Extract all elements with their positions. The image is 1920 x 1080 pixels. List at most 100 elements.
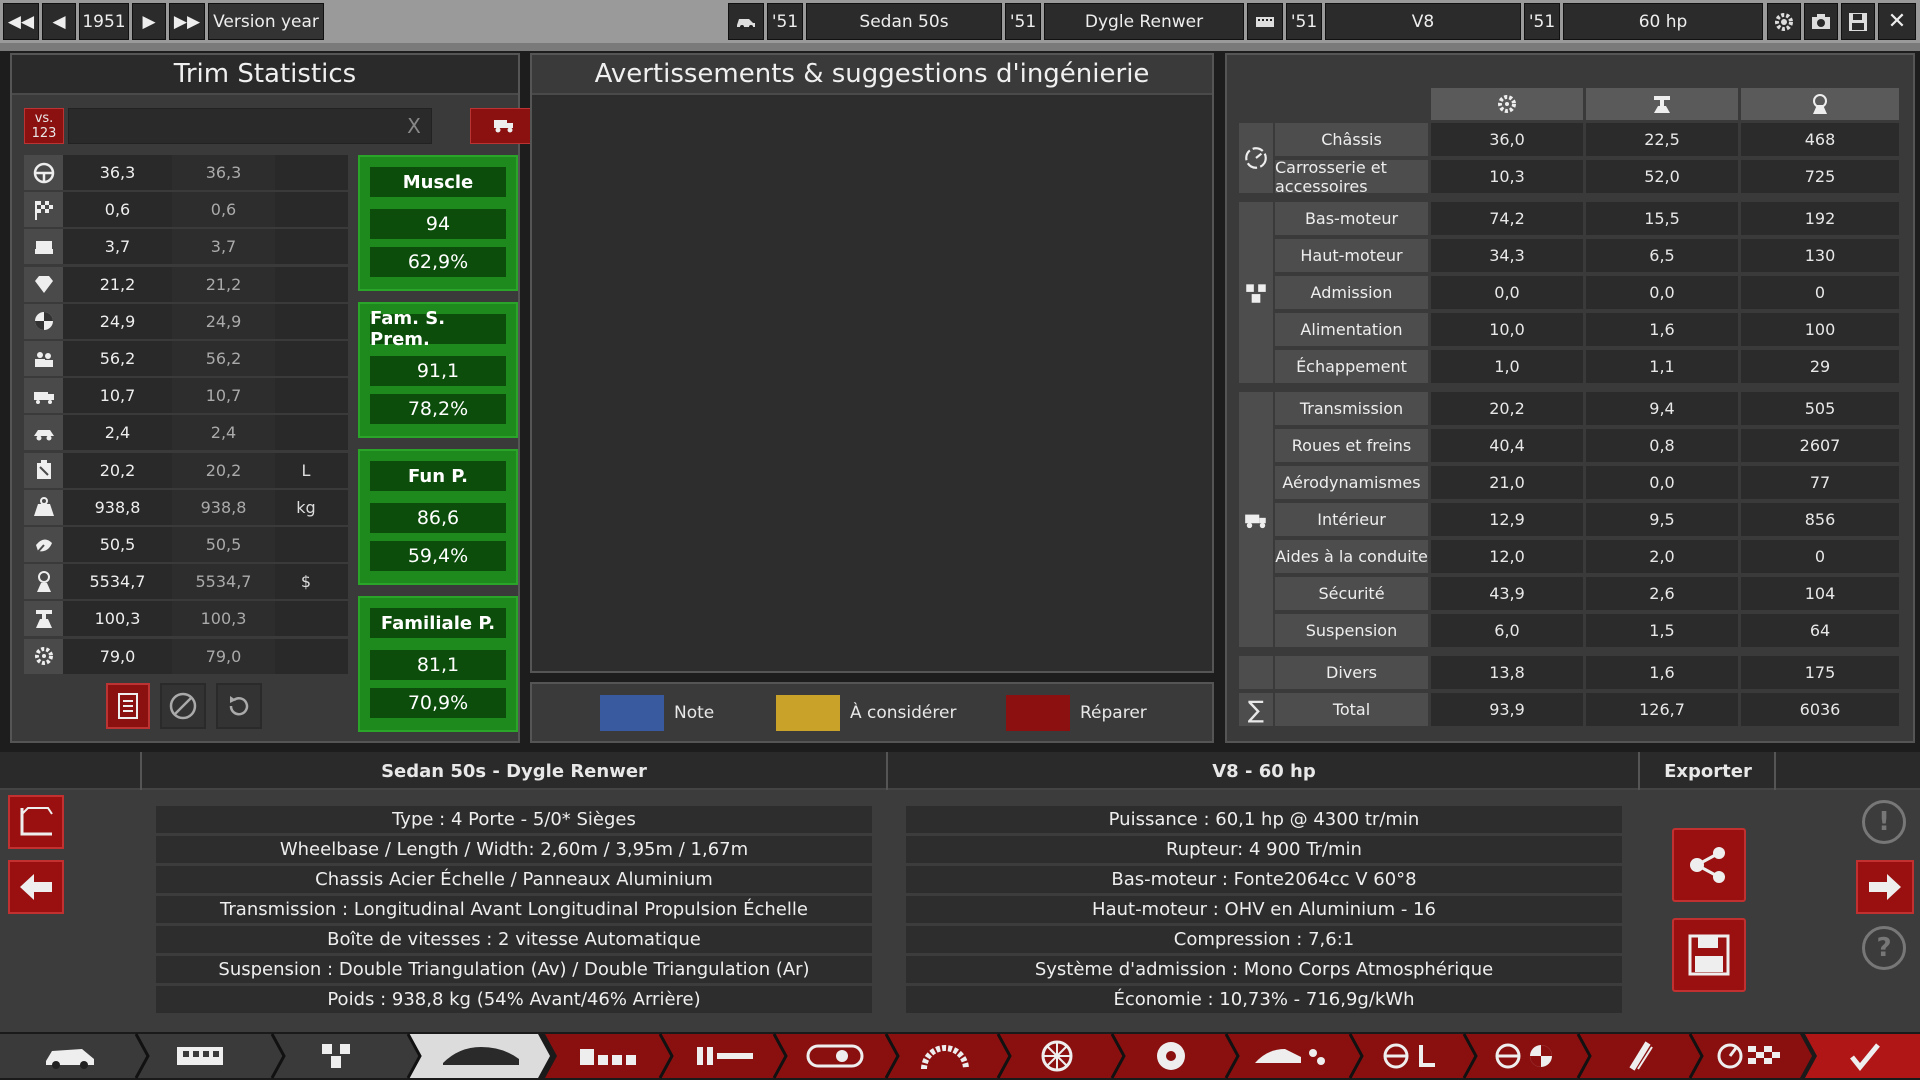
nav-trim-tab[interactable]	[680, 1034, 770, 1078]
engine-name-field[interactable]: V8	[1325, 3, 1521, 40]
next-year-button[interactable]: ▶	[132, 3, 166, 40]
environment-icon	[24, 527, 63, 562]
report-button[interactable]	[106, 683, 150, 729]
nav-performance-tab[interactable]	[1704, 1034, 1800, 1078]
stat-compare-value: 56,2	[172, 341, 275, 376]
model-selector-button[interactable]	[728, 3, 764, 40]
model-name-field[interactable]: Sedan 50s	[806, 3, 1002, 40]
camera-icon	[1812, 13, 1830, 29]
warnings-list[interactable]	[532, 97, 1212, 671]
cost-row: Sécurité 43,9 2,6 104	[1275, 577, 1899, 610]
nav-safety-tab[interactable]	[1480, 1034, 1570, 1078]
cost-row-cost: 29	[1741, 350, 1899, 383]
stat-unit: kg	[296, 497, 316, 517]
cost-row-name: Haut-moteur	[1275, 239, 1428, 272]
engineering-gears-icon	[1498, 95, 1516, 113]
stat-compare-value: 79,0	[172, 638, 275, 674]
first-year-button[interactable]: ◀◀	[3, 3, 39, 40]
nav-finish-tab[interactable]	[1830, 1034, 1900, 1078]
nav-drivability-tab[interactable]	[1366, 1034, 1456, 1078]
nav-body-tab[interactable]	[426, 1034, 536, 1078]
compare-search-input[interactable]	[68, 108, 432, 144]
cost-row-engineering: 21,0	[1431, 466, 1583, 499]
compare-vs-number: 123	[31, 126, 57, 141]
seat-icon	[24, 229, 63, 265]
save-export-button[interactable]	[1672, 918, 1746, 992]
cost-row-engineering: 10,3	[1431, 160, 1583, 193]
stat-value: 938,8	[94, 497, 141, 517]
previous-year-button[interactable]: ◀	[42, 3, 76, 40]
cost-row: Alimentation 10,0 1,6 100	[1275, 313, 1899, 346]
cost-row-production: 0,8	[1586, 429, 1738, 462]
next-button[interactable]	[1856, 860, 1914, 914]
cost-row-engineering: 10,0	[1431, 313, 1583, 346]
nav-model-tab[interactable]	[30, 1034, 110, 1078]
cost-row-engineering: 40,4	[1431, 429, 1583, 462]
trim-bars-icon	[697, 1047, 753, 1065]
nav-engine-tab[interactable]	[160, 1034, 240, 1078]
nav-aero-tab[interactable]	[790, 1034, 880, 1078]
clear-search-button[interactable]: X	[400, 112, 428, 140]
nav-brakes-tab[interactable]	[1126, 1034, 1216, 1078]
compare-vs-button[interactable]: vs. 123	[24, 108, 64, 144]
save-button[interactable]	[1841, 3, 1875, 40]
year-field[interactable]: 1951	[79, 3, 129, 40]
cost-row-production: 22,5	[1586, 123, 1738, 156]
cost-row-cost: 77	[1741, 466, 1899, 499]
stat-compare-value: 50,5	[172, 527, 275, 562]
cost-row-name: Sécurité	[1275, 577, 1428, 610]
help-button[interactable]: ?	[1862, 926, 1906, 970]
variant-name-field[interactable]: 60 hp	[1563, 3, 1763, 40]
market-score-card[interactable]: Fun P. 86,6 59,4%	[358, 449, 518, 585]
refresh-button[interactable]	[216, 683, 262, 729]
last-year-button[interactable]: ▶▶	[169, 3, 205, 40]
cost-row-cost: 192	[1741, 202, 1899, 235]
stat-row: 21,2 21,2	[24, 266, 348, 302]
share-export-button[interactable]	[1672, 828, 1746, 902]
chassis-layout-button[interactable]	[8, 795, 64, 849]
back-button[interactable]	[8, 860, 64, 914]
cost-row-name: Suspension	[1275, 614, 1428, 647]
legend-fix-label: Réparer	[1080, 703, 1147, 723]
screenshot-button[interactable]	[1804, 3, 1838, 40]
designer-nav-bar	[0, 1032, 1920, 1080]
nav-testing-tab[interactable]	[1594, 1034, 1684, 1078]
chassis-gauge-icon	[1245, 147, 1267, 169]
document-icon	[118, 693, 138, 719]
engine-summary-title: V8 - 60 hp	[890, 752, 1640, 790]
stat-row: 10,7 10,7	[24, 378, 348, 414]
cost-row-engineering: 20,2	[1431, 392, 1583, 425]
cost-row-name: Intérieur	[1275, 503, 1428, 536]
stat-value: 5534,7	[89, 572, 146, 592]
nav-aerodynamics-tab[interactable]	[1240, 1034, 1340, 1078]
nav-interior-tab[interactable]	[562, 1034, 652, 1078]
nav-wheels-tab[interactable]	[1012, 1034, 1102, 1078]
production-press-icon	[1654, 96, 1670, 113]
nav-engine-parts-tab[interactable]	[296, 1034, 376, 1078]
stat-row: 938,8 938,8 kg	[24, 489, 348, 525]
warning-info-button[interactable]: !	[1862, 800, 1906, 844]
question-icon: ?	[1876, 933, 1892, 963]
nav-suspension-tab[interactable]	[900, 1034, 990, 1078]
diamond-icon	[24, 266, 63, 302]
settings-button[interactable]	[1767, 3, 1801, 40]
engineering-icon	[24, 638, 63, 674]
trim-statistics-panel: Trim Statistics vs. 123 X 36,3 36,3 0,6 0,6…	[10, 53, 540, 743]
rewind-icon: ◀◀	[7, 11, 35, 32]
headlight-icon	[806, 1044, 864, 1068]
market-score-card[interactable]: Fam. S. Prem. 91,1 78,2%	[358, 302, 518, 438]
weight-icon	[24, 489, 63, 525]
car-spec-line: Boîte de vitesses : 2 vitesse Automatiqu…	[156, 926, 872, 953]
stat-unit: L	[301, 460, 311, 480]
engine-selector-button[interactable]	[1247, 3, 1283, 40]
close-button[interactable]: ✕	[1878, 3, 1916, 40]
market-score-card[interactable]: Familiale P. 81,1 70,9%	[358, 596, 518, 732]
cost-row-engineering: 36,0	[1431, 123, 1583, 156]
trim-name-field[interactable]: Dygle Renwer	[1044, 3, 1244, 40]
gear-icon	[1775, 12, 1793, 31]
clear-comparison-button[interactable]	[160, 683, 206, 729]
stat-value: 10,7	[99, 386, 136, 406]
market-score-card[interactable]: Muscle 94 62,9%	[358, 155, 518, 291]
cost-row-cost: 0	[1741, 540, 1899, 573]
next-icon: ▶	[142, 11, 156, 32]
